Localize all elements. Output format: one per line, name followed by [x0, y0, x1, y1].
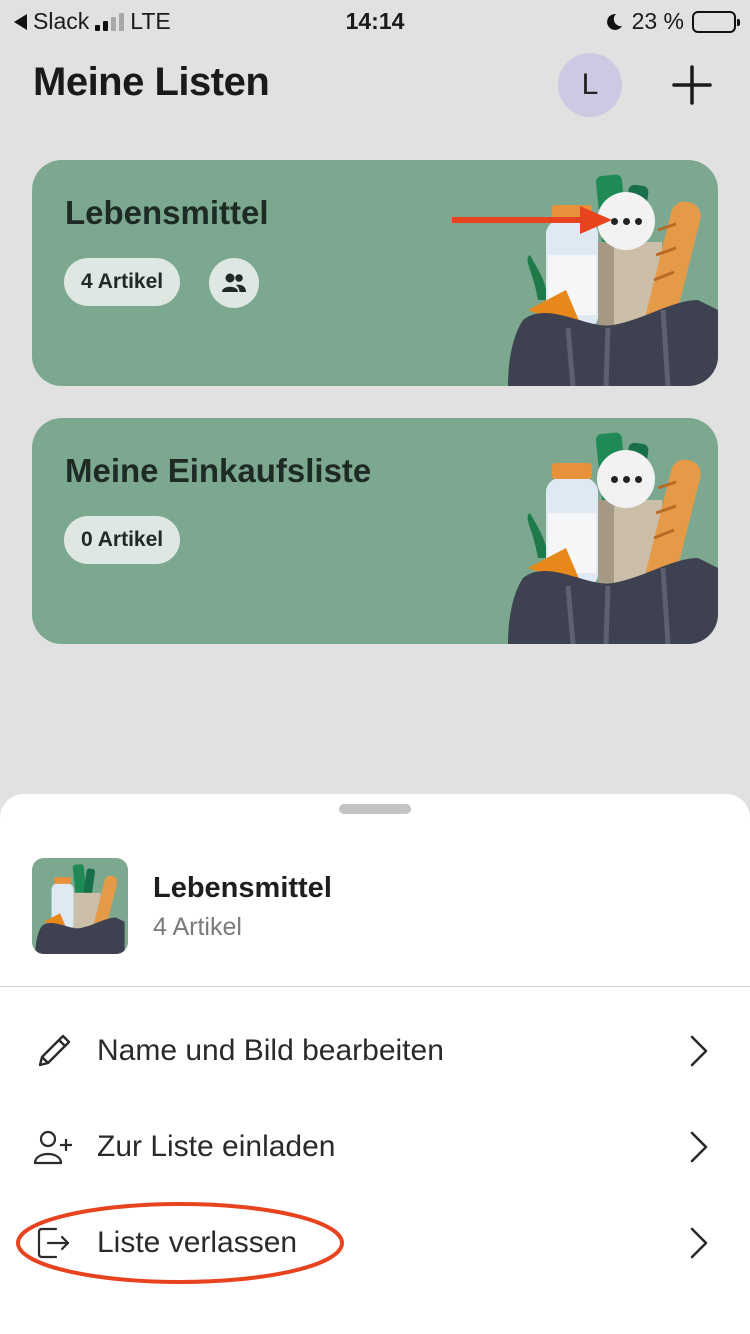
moon-icon: [606, 13, 622, 30]
item-count-badge: 4 Artikel: [64, 258, 181, 306]
chevron-right-icon: [690, 1035, 708, 1067]
list-name: Meine Einkaufsliste: [65, 452, 372, 489]
list-name: Lebensmittel: [65, 194, 269, 231]
sheet-grabber[interactable]: [339, 804, 411, 814]
edit-name-and-image-action[interactable]: Name und Bild bearbeiten: [0, 1007, 750, 1095]
avatar[interactable]: L: [558, 53, 622, 117]
status-bar: Slack LTE 14:14 23 %: [0, 0, 750, 40]
plus-icon[interactable]: [662, 55, 722, 115]
item-count-badge: 0 Artikel: [64, 516, 181, 564]
more-options-button[interactable]: [597, 450, 655, 508]
add-person-icon: [33, 1130, 72, 1165]
status-right: 23 %: [604, 8, 740, 35]
bottom-sheet: Lebensmittel 4 Artikel Name und Bild bea…: [0, 794, 750, 1334]
more-icon: [610, 475, 618, 483]
battery-icon: [692, 10, 740, 33]
action-label: Zur Liste einladen: [97, 1130, 336, 1163]
divider: [0, 986, 750, 987]
sheet-list-name: Lebensmittel: [153, 872, 332, 904]
page-title: Meine Listen: [33, 60, 270, 104]
chevron-right-icon: [690, 1227, 708, 1259]
people-icon[interactable]: [209, 258, 259, 308]
sheet-list-count: 4 Artikel: [153, 913, 242, 941]
action-label: Liste verlassen: [97, 1226, 298, 1259]
chevron-right-icon: [690, 1131, 708, 1163]
exit-icon: [37, 1227, 70, 1259]
grocery-bag-illustration: [35, 864, 125, 954]
invite-to-list-action[interactable]: Zur Liste einladen: [0, 1103, 750, 1191]
list-thumbnail: [32, 858, 128, 954]
more-icon: [610, 217, 618, 225]
pencil-icon: [38, 1034, 71, 1067]
more-options-button[interactable]: [597, 192, 655, 250]
leave-list-action[interactable]: Liste verlassen: [0, 1199, 750, 1287]
action-label: Name und Bild bearbeiten: [97, 1034, 444, 1067]
battery-percent: 23 %: [631, 8, 684, 34]
